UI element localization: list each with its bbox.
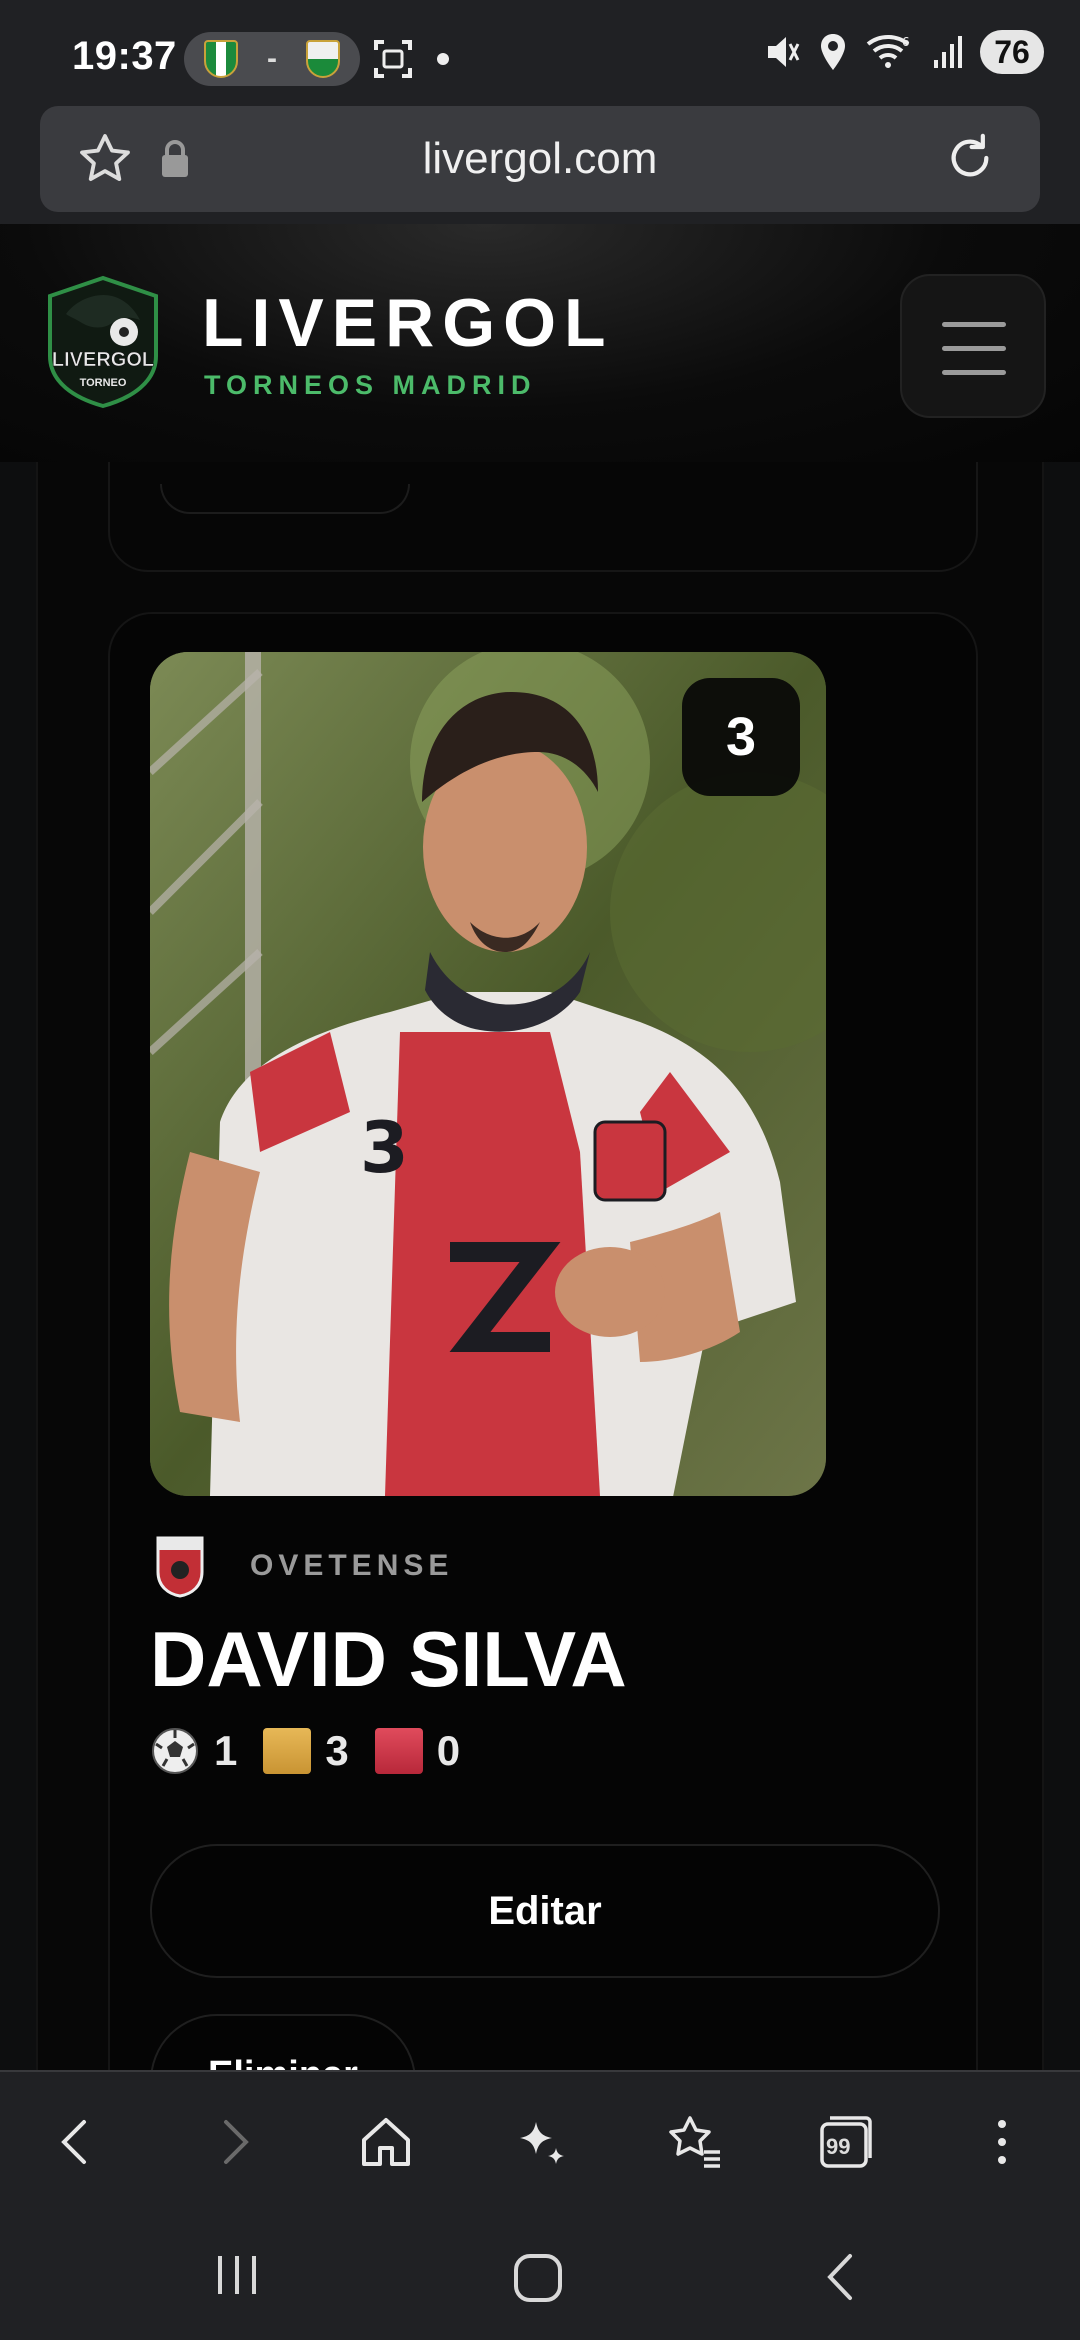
status-right: 6 76 [764,30,1044,74]
goals-value: 1 [214,1727,238,1774]
bookmarks-icon[interactable] [664,2112,724,2172]
team-row[interactable]: OVETENSE [154,1534,453,1598]
logo-text-bottom: TORNEO [80,377,127,389]
red-cards-stat: 0 [374,1727,461,1775]
status-time: 19:37 [72,34,177,78]
status-bar: 19:37 - 6 76 [0,0,1080,110]
location-icon [821,34,845,70]
signal-icon [934,36,962,68]
wifi-icon: 6 [866,34,910,68]
hamburger-line [942,346,1006,351]
url-text[interactable]: livergol.com [40,134,1040,184]
brand-subtitle: TORNEOS MADRID [204,370,537,400]
more-icon[interactable] [972,2112,1032,2172]
tabs-button[interactable]: 99 [816,2112,876,2172]
web-page: LIVERGOL TORNEO LIVERGOL TORNEOS MADRID [0,224,1080,2070]
hamburger-menu-button[interactable] [900,274,1046,418]
jersey-number-badge: 3 [682,678,800,796]
main-column: 3 3 OVETENSE DAVID SILVA 1 3 0 Editar [36,422,1044,2070]
red-cards-value: 0 [436,1727,461,1774]
url-bar[interactable]: livergol.com [40,106,1040,212]
match-score: - [267,42,277,75]
system-back-icon[interactable] [820,2252,860,2302]
team-crest-icon [156,1536,204,1598]
system-navigation-bar [0,2210,1080,2340]
player-name: DAVID SILVA [150,1615,627,1703]
recents-icon[interactable] [212,2252,262,2298]
svg-text:6: 6 [902,35,910,49]
hamburger-icon [942,322,1006,327]
player-stats: 1 3 0 [150,1726,460,1776]
yellow-cards-stat: 3 [263,1727,349,1775]
yellow-cards-value: 3 [325,1727,349,1774]
player-card: 3 3 OVETENSE DAVID SILVA 1 3 0 Editar [108,612,978,2070]
soccer-ball-icon [152,1728,198,1774]
player-photo: 3 3 [150,652,826,1496]
goals-stat: 1 [150,1726,237,1776]
edit-button[interactable]: Editar [150,1844,940,1978]
red-card-icon [374,1728,423,1774]
yellow-card-icon [263,1728,312,1774]
team-name: OVETENSE [250,1549,454,1582]
elche-crest-icon [306,40,340,78]
previous-card-button[interactable] [160,484,410,514]
site-header: LIVERGOL TORNEO LIVERGOL TORNEOS MADRID [0,224,1080,462]
home-icon[interactable] [356,2112,416,2172]
logo-text-top: LIVERGOL [52,349,154,371]
sparkle-icon[interactable] [510,2112,570,2172]
forward-icon[interactable] [204,2112,264,2172]
svg-text:3: 3 [360,1107,409,1189]
brand-title[interactable]: LIVERGOL [202,284,614,362]
delete-button[interactable]: Eliminar [150,2014,416,2070]
livergol-logo[interactable]: LIVERGOL TORNEO [44,274,162,410]
reload-icon[interactable] [942,130,998,186]
browser-toolbar: 99 [0,2070,1080,2210]
live-match-pill[interactable]: - [184,32,360,86]
battery-indicator: 76 [980,30,1044,74]
notification-dot-icon [437,53,449,65]
betis-crest-icon [204,40,238,78]
tab-count: 99 [826,2134,851,2159]
hamburger-line [942,370,1006,375]
screenshot-icon [374,40,412,78]
mute-icon [768,37,800,67]
back-icon[interactable] [46,2112,106,2172]
home-circle-icon[interactable] [512,2252,564,2304]
